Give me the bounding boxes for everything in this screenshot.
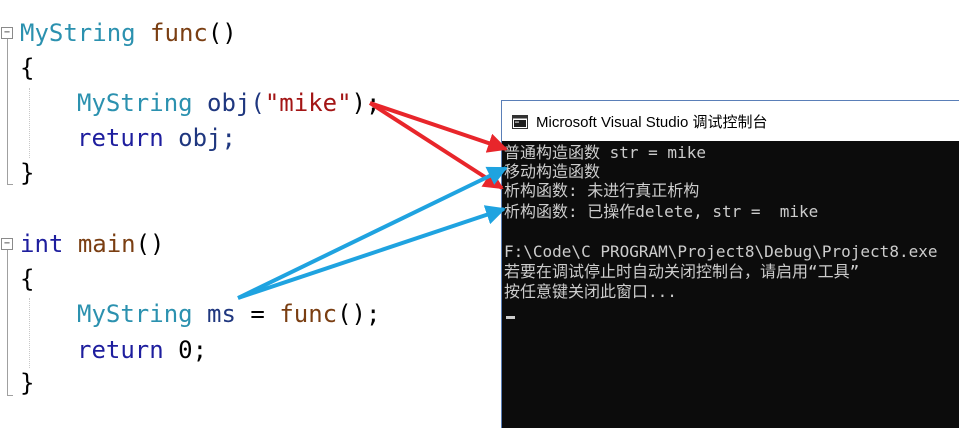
console-title: Microsoft Visual Studio 调试控制台 (536, 113, 768, 131)
function-name: main (77, 230, 136, 258)
code-line-main-decl[interactable]: MyString ms = func(); (77, 296, 380, 332)
console-line: 普通构造函数 str = mike (504, 143, 706, 162)
variable-name: ms (207, 300, 236, 328)
scope-foot-func (7, 184, 13, 185)
open-brace: { (20, 265, 35, 293)
type-token: MyString (77, 89, 193, 117)
indent-guide-main (29, 298, 30, 368)
code-line-main-signature[interactable]: int main() (20, 226, 165, 262)
statement-end: (); (337, 300, 381, 328)
return-expression: obj; (178, 124, 236, 152)
console-line: 移动构造函数 (504, 162, 601, 181)
console-output[interactable]: 普通构造函数 str = mike 移动构造函数 析构函数: 未进行真正析构 析… (504, 141, 959, 428)
collapse-toggle-func[interactable]: − (1, 27, 13, 39)
indent-guide-func (29, 88, 30, 158)
debug-console-window[interactable]: Microsoft Visual Studio 调试控制台 普通构造函数 str… (501, 100, 959, 428)
params: () (207, 19, 237, 47)
code-line-func-close-brace[interactable]: } (20, 155, 34, 191)
type-token: MyString (20, 19, 136, 47)
code-line-main-open-brace[interactable]: { (20, 261, 34, 297)
collapse-toggle-main[interactable]: − (1, 238, 13, 250)
console-line: F:\Code\C PROGRAM\Project8\Debug\Project… (504, 242, 938, 261)
return-expression: 0; (178, 336, 208, 364)
code-line-main-return[interactable]: return 0; (77, 332, 207, 368)
console-line: 析构函数: 已操作delete, str = mike (504, 202, 819, 221)
console-titlebar[interactable]: Microsoft Visual Studio 调试控制台 (502, 101, 959, 141)
assign-operator: = (250, 300, 265, 328)
console-app-icon (512, 114, 528, 129)
code-line-func-signature[interactable]: MyString func() (20, 15, 237, 51)
scope-line-main (7, 250, 8, 396)
return-keyword: return (77, 124, 164, 152)
variable-name: obj( (207, 89, 265, 117)
console-line: 析构函数: 未进行真正析构 (504, 181, 700, 200)
console-line: 按任意键关闭此窗口... (504, 282, 677, 301)
function-name: func (150, 19, 208, 47)
statement-end: ); (351, 89, 381, 117)
code-line-main-close-brace[interactable]: } (20, 365, 34, 401)
console-line: 若要在调试停止时自动关闭控制台，请启用“工具” (504, 262, 860, 281)
code-line-func-return[interactable]: return obj; (77, 120, 236, 156)
params: () (135, 230, 165, 258)
close-brace: } (20, 159, 35, 187)
code-line-func-decl[interactable]: MyString obj("mike"); (77, 85, 380, 121)
scope-foot-main (7, 395, 13, 396)
console-cursor (506, 316, 515, 319)
open-brace: { (20, 54, 35, 82)
type-token: int (20, 230, 64, 258)
type-token: MyString (77, 300, 193, 328)
function-call: func (279, 300, 338, 328)
scope-line-func (7, 39, 8, 185)
close-brace: } (20, 369, 35, 397)
code-line-func-open-brace[interactable]: { (20, 50, 34, 86)
return-keyword: return (77, 336, 164, 364)
string-literal: "mike" (264, 89, 352, 117)
